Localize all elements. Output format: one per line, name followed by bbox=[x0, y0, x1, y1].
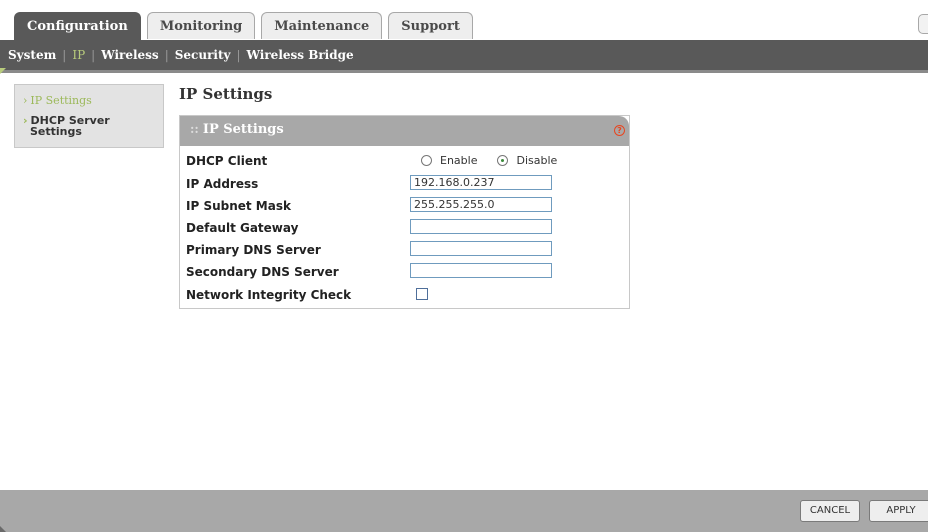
subnav-separator: | bbox=[91, 48, 96, 62]
network-integrity-label: Network Integrity Check bbox=[186, 288, 352, 302]
panel-title-text: IP Settings bbox=[202, 122, 284, 137]
dhcp-enable-radio[interactable] bbox=[421, 155, 432, 166]
default-gateway-input[interactable] bbox=[410, 219, 552, 234]
panel-title-prefix: :: bbox=[190, 122, 199, 136]
primary-dns-row: Primary DNS Server bbox=[180, 240, 629, 260]
dhcp-client-label: DHCP Client bbox=[186, 154, 268, 168]
sidebar-item-label: IP Settings bbox=[30, 94, 92, 107]
sidebar-item-ip-settings[interactable]: › IP Settings bbox=[23, 95, 92, 106]
primary-dns-input[interactable] bbox=[410, 241, 552, 256]
subnav-items: System | IP | Wireless | Security | Wire… bbox=[8, 48, 354, 62]
panel-header: :: IP Settings ? bbox=[180, 116, 629, 146]
subnav-bar: System | IP | Wireless | Security | Wire… bbox=[0, 40, 928, 73]
network-integrity-checkbox[interactable] bbox=[416, 288, 428, 300]
secondary-dns-label: Secondary DNS Server bbox=[186, 265, 339, 279]
subnet-mask-row: IP Subnet Mask 255.255.255.0 bbox=[180, 196, 629, 216]
chevron-right-icon: › bbox=[23, 94, 28, 107]
subnav-item-wireless[interactable]: Wireless bbox=[101, 48, 159, 62]
secondary-dns-row: Secondary DNS Server bbox=[180, 262, 629, 282]
page-title: IP Settings bbox=[179, 85, 273, 103]
ip-address-label: IP Address bbox=[186, 177, 259, 191]
tab-maintenance[interactable]: Maintenance bbox=[261, 12, 383, 39]
corner-decoration bbox=[0, 526, 6, 532]
footer-bar: CANCEL APPLY bbox=[0, 490, 928, 532]
secondary-dns-input[interactable] bbox=[410, 263, 552, 278]
dhcp-client-row: DHCP Client Enable Disable bbox=[180, 151, 629, 171]
sidebar-item-dhcp-server-settings[interactable]: › DHCP Server Settings bbox=[23, 115, 110, 137]
top-tabs: Configuration Monitoring Maintenance Sup… bbox=[14, 12, 479, 41]
chevron-right-icon: › bbox=[23, 114, 28, 127]
subnav-separator: | bbox=[62, 48, 67, 62]
dhcp-disable-label: Disable bbox=[516, 154, 558, 167]
cancel-button[interactable]: CANCEL bbox=[800, 500, 860, 522]
panel-title: :: IP Settings bbox=[190, 122, 284, 137]
ip-address-input[interactable]: 192.168.0.237 bbox=[410, 175, 552, 190]
corner-decoration bbox=[0, 68, 6, 74]
dhcp-client-radio-group: Enable Disable bbox=[421, 154, 577, 167]
subnav-separator: | bbox=[236, 48, 241, 62]
default-gateway-row: Default Gateway bbox=[180, 218, 629, 238]
subnav-item-wireless-bridge[interactable]: Wireless Bridge bbox=[247, 48, 354, 62]
sidebar: › IP Settings › DHCP Server Settings bbox=[14, 84, 164, 148]
subnav-item-ip[interactable]: IP bbox=[72, 48, 85, 62]
dhcp-enable-label: Enable bbox=[440, 154, 478, 167]
tab-support[interactable]: Support bbox=[388, 12, 473, 39]
top-right-button[interactable] bbox=[918, 14, 928, 34]
default-gateway-label: Default Gateway bbox=[186, 221, 299, 235]
tab-monitoring[interactable]: Monitoring bbox=[146, 12, 256, 39]
top-tab-bar: Configuration Monitoring Maintenance Sup… bbox=[0, 0, 928, 41]
subnet-mask-input[interactable]: 255.255.255.0 bbox=[410, 197, 552, 212]
primary-dns-label: Primary DNS Server bbox=[186, 243, 321, 257]
subnav-item-security[interactable]: Security bbox=[175, 48, 231, 62]
dhcp-disable-radio[interactable] bbox=[497, 155, 509, 166]
subnet-mask-label: IP Subnet Mask bbox=[186, 199, 291, 213]
network-integrity-row: Network Integrity Check bbox=[180, 285, 629, 305]
ip-address-row: IP Address 192.168.0.237 bbox=[180, 174, 629, 194]
apply-button[interactable]: APPLY bbox=[869, 500, 928, 522]
tab-configuration[interactable]: Configuration bbox=[14, 12, 141, 41]
help-icon[interactable]: ? bbox=[614, 125, 625, 136]
sidebar-item-label-line2: Settings bbox=[30, 125, 82, 138]
subnav-item-system[interactable]: System bbox=[8, 48, 56, 62]
ip-settings-panel: :: IP Settings ? DHCP Client Enable Disab… bbox=[179, 115, 630, 309]
subnav-separator: | bbox=[164, 48, 169, 62]
